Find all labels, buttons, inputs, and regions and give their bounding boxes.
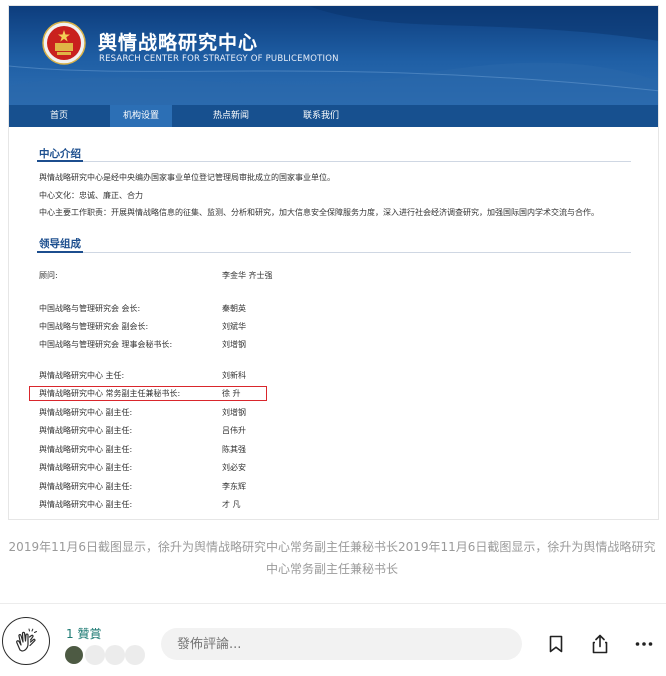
site-title: 舆情战略研究中心: [98, 32, 259, 54]
leader-name: 刘增钢: [222, 408, 246, 417]
national-emblem-icon: [42, 21, 86, 65]
leader-role: 舆情战略研究中心 副主任:: [39, 482, 133, 491]
leader-name: 刘增钢: [222, 340, 246, 349]
leader-name: 刘新科: [222, 371, 246, 380]
comment-input[interactable]: [161, 628, 522, 660]
leader-name: 刘斌华: [222, 322, 246, 331]
leader-name: 吕伟升: [222, 426, 246, 435]
clap-hands-icon: [16, 628, 37, 652]
intro-line: 舆情战略研究中心是经中央编办国家事业单位登记管理局审批成立的国家事业单位。: [39, 173, 335, 182]
article-screenshot-image: 舆情战略研究中心 RESARCH CENTER FOR STRATEGY OF …: [8, 5, 659, 520]
more-button[interactable]: [634, 634, 654, 654]
clap-button[interactable]: [2, 617, 50, 665]
intro-line: 中心文化：忠诚、廉正、合力: [39, 191, 143, 200]
clap-count[interactable]: 1 贊賞: [66, 625, 101, 642]
intro-divider: [37, 161, 631, 162]
avatar-placeholder: [85, 645, 105, 665]
intro-heading: 中心介绍: [39, 148, 81, 160]
image-caption: 2019年11月6日截图显示，徐升为舆情战略研究中心常务副主任兼秘书长2019年…: [8, 540, 656, 576]
leader-name: 秦朝英: [222, 304, 246, 313]
leader-role: 舆情战略研究中心 副主任:: [39, 408, 133, 417]
intro-divider-accent: [37, 160, 83, 162]
leader-name-highlighted: 徐 升: [222, 389, 241, 398]
nav-item-contact: 联系我们: [302, 111, 339, 121]
leader-role: 舆情战略研究中心 副主任:: [39, 426, 133, 435]
site-subtitle: RESARCH CENTER FOR STRATEGY OF PUBLICEMO…: [99, 54, 339, 64]
leader-role: 舆情战略研究中心 副主任:: [39, 500, 133, 509]
leader-role: 顾问:: [39, 271, 58, 280]
bookmark-button[interactable]: [546, 634, 566, 654]
site-nav: 首页 机构设置 热点新闻 联系我们: [9, 105, 658, 127]
leader-name: 李金华 齐士强: [222, 271, 273, 280]
nav-item-hot-news: 热点新闻: [212, 111, 249, 121]
leader-name: 李东辉: [222, 482, 246, 491]
leadership-heading: 领导组成: [39, 238, 81, 250]
leader-role: 舆情战略研究中心 主任:: [39, 371, 125, 380]
leader-name: 陈其强: [222, 445, 246, 454]
leadership-divider-accent: [37, 251, 83, 253]
site-banner: 舆情战略研究中心 RESARCH CENTER FOR STRATEGY OF …: [9, 6, 658, 105]
leader-name: 刘必安: [222, 463, 246, 472]
leader-role: 舆情战略研究中心 副主任:: [39, 445, 133, 454]
leadership-divider: [37, 252, 631, 253]
footer-divider: [0, 603, 666, 604]
leader-role: 舆情战略研究中心 副主任:: [39, 463, 133, 472]
avatar-placeholder: [125, 645, 145, 665]
avatar-placeholder: [105, 645, 125, 665]
avatar[interactable]: [64, 645, 84, 665]
share-button[interactable]: [590, 634, 610, 654]
nav-item-home: 首页: [49, 111, 68, 121]
leader-role: 中国战略与管理研究会 理事会秘书长:: [39, 340, 173, 349]
leader-role: 中国战略与管理研究会 副会长:: [39, 322, 149, 331]
more-dots-icon: [635, 642, 653, 646]
leader-name: 才 凡: [222, 500, 241, 509]
leader-role: 中国战略与管理研究会 会长:: [39, 304, 141, 313]
bookmark-icon: [549, 635, 563, 653]
intro-line: 中心主要工作职责：开展舆情战略信息的征集、监测、分析和研究，加大信息安全保障服务…: [39, 208, 599, 217]
leader-role-highlighted: 舆情战略研究中心 常务副主任兼秘书长:: [39, 389, 181, 398]
nav-item-organization: 机构设置: [110, 105, 172, 127]
share-icon: [592, 634, 608, 654]
